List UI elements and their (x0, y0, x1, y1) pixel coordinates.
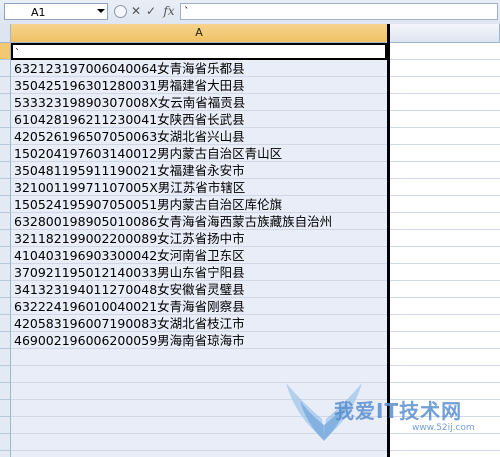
cell-value: 420583196007190083女湖北省枝江市 (14, 316, 245, 331)
row-header[interactable] (0, 400, 10, 417)
row-header[interactable] (0, 247, 10, 264)
cell-value: 150524195907050051男内蒙古自治区库伦旗 (14, 197, 283, 212)
table-cell[interactable]: 150524195907050051男内蒙古自治区库伦旗 (14, 196, 282, 213)
table-cell[interactable]: 53332319890307008X女云南省福贡县 (14, 94, 245, 111)
formula-bar: A1 ✕ ✓ fx ` (0, 0, 500, 25)
row-headers (0, 43, 11, 457)
cell-value: ` (15, 48, 20, 59)
row-header[interactable] (0, 366, 10, 383)
cell-value: 370921195012140033男山东省宁阳县 (14, 265, 245, 280)
cell-value: 32100119971107005X男江苏省市辖区 (14, 180, 246, 195)
cell-value: 321182199002200089女江苏省扬中市 (14, 231, 245, 246)
watermark-url: www.52ij.com (412, 423, 475, 433)
table-cell[interactable]: 321182199002200089女江苏省扬中市 (14, 230, 245, 247)
row-header[interactable] (0, 230, 10, 247)
table-cell[interactable]: 632224196010040021女青海省刚察县 (14, 298, 245, 315)
cell-value: 632123197006040064女青海省乐都县 (14, 61, 245, 76)
watermark: 我爱IT技术网 www.52ij.com (284, 377, 494, 447)
row-header[interactable] (0, 315, 10, 332)
grid-line (11, 365, 500, 366)
row-header[interactable] (0, 417, 10, 434)
cell-value: 341323194011270048女安徽省灵璧县 (14, 282, 245, 297)
cell-value: 610428196211230041女陕西省长武县 (14, 112, 245, 127)
cell-value: 150204197603140012男内蒙古自治区青山区 (14, 146, 283, 161)
row-header[interactable] (0, 162, 10, 179)
row-header[interactable] (0, 298, 10, 315)
row-header[interactable] (0, 179, 10, 196)
watermark-title: 我爱IT技术网 (334, 399, 463, 423)
row-header[interactable] (0, 128, 10, 145)
table-cell[interactable]: 150204197603140012男内蒙古自治区青山区 (14, 145, 282, 162)
table-cell[interactable]: 420583196007190083女湖北省枝江市 (14, 315, 245, 332)
row-header[interactable] (0, 196, 10, 213)
table-cell[interactable]: 469002196006200059男海南省琼海市 (14, 332, 245, 349)
table-cell[interactable]: 420526196507050063女湖北省兴山县 (14, 128, 245, 145)
table-cell[interactable]: 632800198905010086女青海省海西蒙古族藏族自治州 (14, 213, 332, 230)
active-cell[interactable]: ` (11, 43, 387, 60)
column-header-a[interactable]: A (11, 24, 388, 43)
table-cell[interactable]: 32100119971107005X男江苏省市辖区 (14, 179, 245, 196)
cell-value: 53332319890307008X女云南省福贡县 (14, 95, 246, 110)
table-cell[interactable]: 370921195012140033男山东省宁阳县 (14, 264, 245, 281)
row-header[interactable] (0, 94, 10, 111)
name-box-value: A1 (31, 6, 46, 19)
row-header[interactable] (0, 60, 10, 77)
cell-value: 632800198905010086女青海省海西蒙古族藏族自治州 (14, 214, 333, 229)
row-header[interactable] (0, 349, 10, 366)
row-header[interactable] (0, 264, 10, 281)
name-box-dropdown-icon[interactable] (97, 9, 105, 13)
table-cell[interactable]: 350425196301280031男福建省大田县 (14, 77, 245, 94)
row-header[interactable] (0, 434, 10, 451)
cell-value: 410403196903300042女河南省卫东区 (14, 248, 245, 263)
row-header[interactable] (0, 383, 10, 400)
insert-function-button[interactable]: fx (161, 3, 177, 20)
row-header[interactable] (0, 332, 10, 349)
cell-value: 350425196301280031男福建省大田县 (14, 78, 245, 93)
cancel-icon[interactable]: ✕ (130, 3, 142, 20)
row-header[interactable] (0, 43, 10, 60)
confirm-icon[interactable]: ✓ (145, 3, 157, 20)
row-header[interactable] (0, 281, 10, 298)
select-all-corner[interactable] (0, 24, 11, 43)
grid-line (11, 450, 500, 451)
table-cell[interactable]: 350481195911190021女福建省永安市 (14, 162, 245, 179)
table-cell[interactable]: 341323194011270048女安徽省灵璧县 (14, 281, 245, 298)
table-cell[interactable]: 410403196903300042女河南省卫东区 (14, 247, 245, 264)
row-header[interactable] (0, 77, 10, 94)
cell-value: 632224196010040021女青海省刚察县 (14, 299, 245, 314)
row-header[interactable] (0, 111, 10, 128)
formula-input[interactable]: ` (180, 3, 498, 20)
cell-value: 350481195911190021女福建省永安市 (14, 163, 245, 178)
name-box[interactable]: A1 (4, 3, 108, 20)
row-header[interactable] (0, 145, 10, 162)
table-cell[interactable]: 632123197006040064女青海省乐都县 (14, 60, 245, 77)
table-cell[interactable]: 610428196211230041女陕西省长武县 (14, 111, 245, 128)
formula-options-icon[interactable] (114, 5, 127, 18)
column-header-b[interactable] (390, 24, 500, 43)
cell-value: 469002196006200059男海南省琼海市 (14, 333, 245, 348)
cell-value: 420526196507050063女湖北省兴山县 (14, 129, 245, 144)
row-header[interactable] (0, 213, 10, 230)
